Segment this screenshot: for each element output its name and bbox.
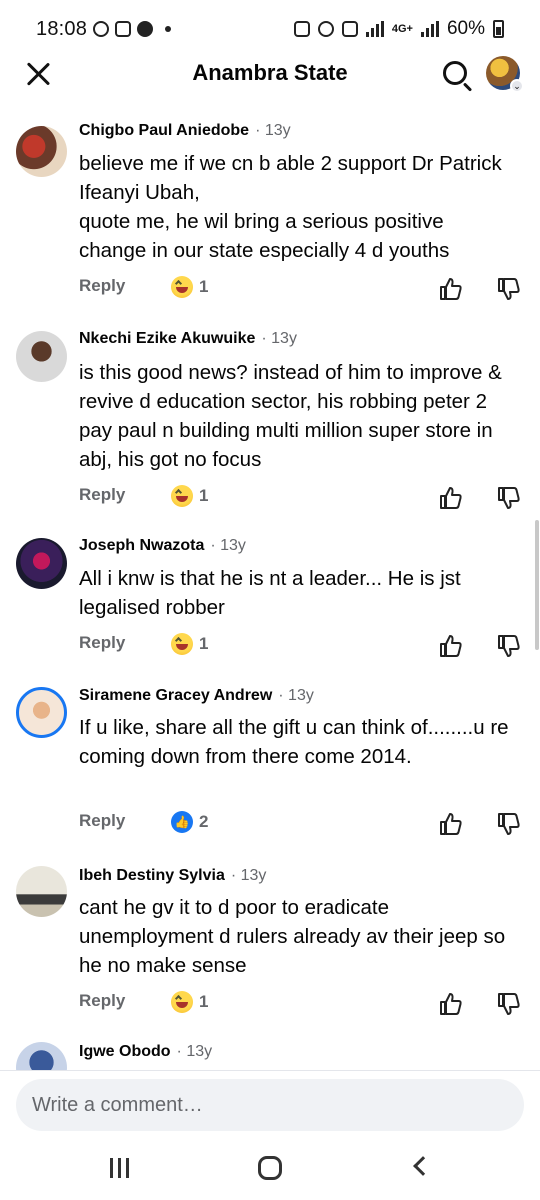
comment-actions: Reply 1 xyxy=(79,633,524,663)
app-header: Anambra State ⌄ xyxy=(0,50,540,100)
status-right: 4G+ 60% xyxy=(293,18,504,40)
thumbs-up-icon[interactable] xyxy=(439,485,463,511)
comment-actions: Reply 1 xyxy=(79,991,524,1021)
thumbs-down-icon[interactable] xyxy=(497,276,521,302)
thumbs-up-icon[interactable] xyxy=(439,991,463,1017)
comment-time: · 13y xyxy=(278,687,314,704)
system-nav-bar xyxy=(0,1138,540,1200)
facebook-icon xyxy=(137,21,154,37)
status-time: 18:08 xyxy=(36,17,88,40)
comment-author[interactable]: Igwe Obodo xyxy=(79,1043,171,1061)
avatar[interactable] xyxy=(16,331,67,382)
reply-button[interactable]: Reply xyxy=(79,485,125,505)
comment-author[interactable]: Chigbo Paul Aniedobe xyxy=(79,122,249,140)
comment-composer xyxy=(0,1070,540,1138)
reply-button[interactable]: Reply xyxy=(79,811,125,831)
profile-avatar[interactable]: ⌄ xyxy=(486,56,524,93)
comment-time: · 13y xyxy=(210,537,246,554)
thumbs-up-icon[interactable] xyxy=(439,276,463,302)
comment-item: Joseph Nwazota · 13y All i knw is that h… xyxy=(0,519,540,669)
chevron-down-icon: ⌄ xyxy=(510,79,524,93)
haha-icon xyxy=(171,276,193,298)
comment-author[interactable]: Nkechi Ezike Akuwuike xyxy=(79,330,255,348)
avatar[interactable] xyxy=(16,126,67,177)
comment-time: · 13y xyxy=(261,330,297,347)
signal-icon xyxy=(365,21,384,37)
like-icon: 👍 xyxy=(171,811,193,833)
comment-text: All i knw is that he is nt a leader... H… xyxy=(79,567,461,619)
reaction-count: 1 xyxy=(199,992,209,1011)
comment-author[interactable]: Ibeh Destiny Sylvia xyxy=(79,867,225,885)
lock-icon xyxy=(293,21,310,37)
back-icon[interactable] xyxy=(413,1156,433,1176)
haha-icon xyxy=(171,991,193,1013)
search-icon[interactable] xyxy=(440,58,474,92)
scrollbar[interactable] xyxy=(535,520,539,650)
comment-item: Nkechi Ezike Akuwuike · 13y is this good… xyxy=(0,312,540,512)
gallery-icon xyxy=(115,21,132,37)
reaction-count: 2 xyxy=(199,812,209,831)
reaction-count: 1 xyxy=(199,486,209,505)
comment-author[interactable]: Joseph Nwazota xyxy=(79,537,204,555)
avatar[interactable] xyxy=(16,866,67,917)
comment-time: · 13y xyxy=(176,1043,213,1060)
thumbs-up-icon[interactable] xyxy=(439,633,463,659)
avatar[interactable] xyxy=(16,687,67,738)
reply-button[interactable]: Reply xyxy=(79,633,125,653)
comment-text: cant he gv it to d poor to eradicate une… xyxy=(79,896,506,977)
comment-item: Ibeh Destiny Sylvia · 13y cant he gv it … xyxy=(0,849,540,1029)
reaction-summary[interactable]: 1 xyxy=(171,485,208,507)
comment-actions: Reply 1 xyxy=(79,276,524,306)
comment-text: If u like, share all the gift u can thin… xyxy=(79,716,509,768)
notification-dot-icon xyxy=(165,26,172,32)
thumbs-down-icon[interactable] xyxy=(497,633,521,659)
network-type: 4G+ xyxy=(391,23,413,35)
comment-item: Chigbo Paul Aniedobe · 13y believe me if… xyxy=(0,104,540,304)
avatar[interactable] xyxy=(16,538,67,589)
comment-time: · 13y xyxy=(230,867,267,884)
reaction-summary[interactable]: 👍 2 xyxy=(171,811,208,833)
reaction-summary[interactable]: 1 xyxy=(171,633,208,655)
avatar[interactable] xyxy=(16,1042,67,1070)
comment-actions: Reply 👍 2 xyxy=(79,811,524,841)
thumbs-down-icon[interactable] xyxy=(497,811,521,837)
reaction-count: 1 xyxy=(199,634,209,653)
thumbs-up-icon[interactable] xyxy=(439,811,463,837)
reply-button[interactable]: Reply xyxy=(79,276,125,296)
thumbs-down-icon[interactable] xyxy=(497,485,521,511)
comments-list: Chigbo Paul Aniedobe · 13y believe me if… xyxy=(0,104,540,1070)
mute-icon xyxy=(341,21,358,37)
comment-input[interactable] xyxy=(16,1079,524,1131)
reply-button[interactable]: Reply xyxy=(79,991,125,1011)
signal-icon xyxy=(420,21,439,37)
battery-percent: 60% xyxy=(446,18,485,39)
recents-icon[interactable] xyxy=(110,1158,129,1178)
comment-actions: Reply 1 xyxy=(79,485,524,515)
comment-text: believe me if we cn b able 2 support Dr … xyxy=(79,152,502,262)
whatsapp-icon xyxy=(93,21,110,37)
haha-icon xyxy=(171,633,193,655)
alarm-icon xyxy=(317,21,334,37)
home-icon[interactable] xyxy=(258,1156,282,1180)
comment-author[interactable]: Siramene Gracey Andrew xyxy=(79,687,272,705)
reaction-count: 1 xyxy=(199,277,209,296)
comment-time: · 13y xyxy=(255,122,291,139)
status-left: 18:08 xyxy=(36,17,172,41)
comment-text: is this good news? instead of him to imp… xyxy=(79,361,502,471)
thumbs-down-icon[interactable] xyxy=(497,991,521,1017)
comment-item: Igwe Obodo · 13y xyxy=(0,1029,540,1070)
reaction-summary[interactable]: 1 xyxy=(171,991,208,1013)
comment-item: Siramene Gracey Andrew · 13y If u like, … xyxy=(0,669,540,849)
battery-icon xyxy=(493,20,504,38)
reaction-summary[interactable]: 1 xyxy=(171,276,208,298)
haha-icon xyxy=(171,485,193,507)
